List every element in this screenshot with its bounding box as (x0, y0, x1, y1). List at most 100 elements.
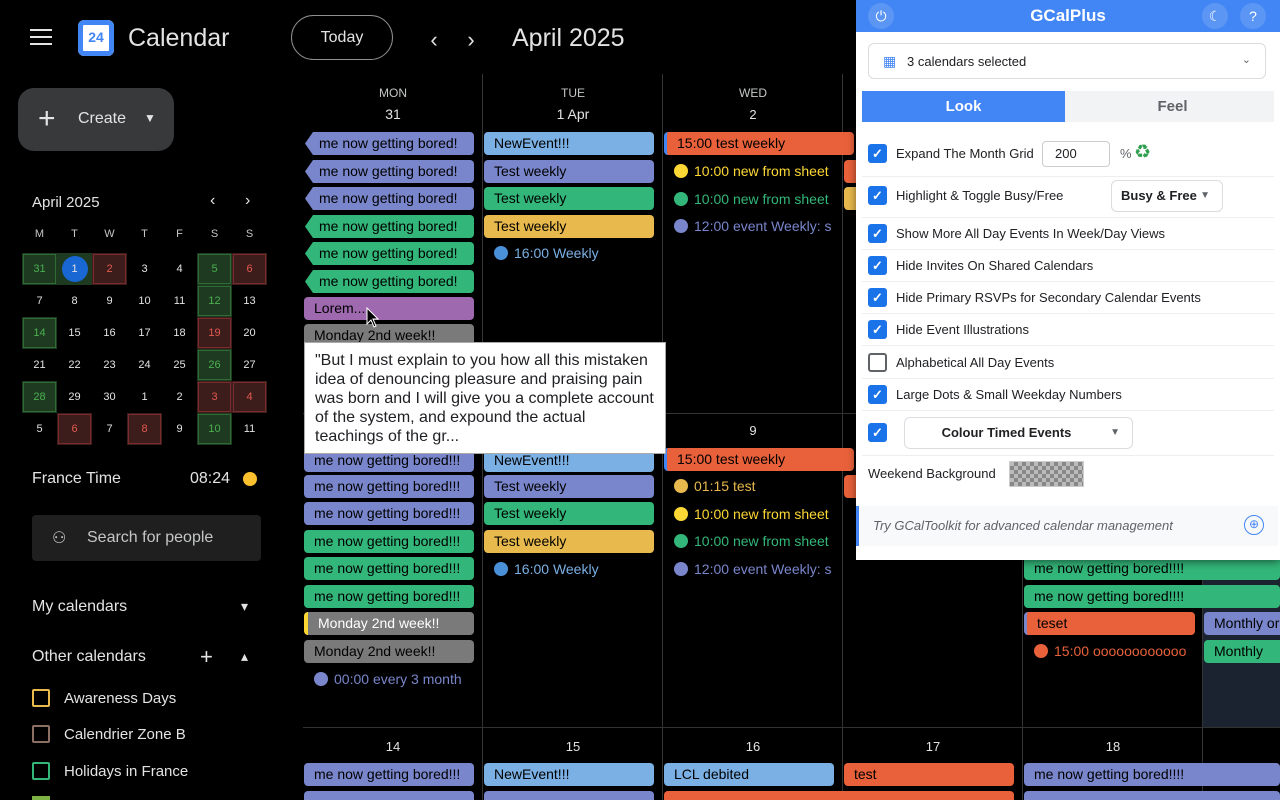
mini-day[interactable]: 29 (57, 381, 92, 413)
mini-day[interactable]: 1 (127, 381, 162, 413)
mini-day[interactable]: 15 (57, 317, 92, 349)
event-chip[interactable]: Test weekly (484, 187, 654, 210)
mini-day[interactable]: 23 (92, 349, 127, 381)
event-chip-partial[interactable] (484, 791, 654, 800)
mini-day[interactable]: 5 (22, 413, 57, 445)
event-chip[interactable]: me now getting bored!!!! (1024, 557, 1280, 580)
mini-day[interactable]: 28 (22, 381, 57, 413)
event-chip[interactable]: Monday 2nd week!! (304, 640, 474, 663)
mini-next-icon[interactable]: › (245, 192, 250, 210)
event-chip[interactable]: me now getting bored! (305, 215, 474, 238)
timed-event[interactable]: 12:00 event Weekly: s (674, 216, 834, 236)
event-chip[interactable]: Monday 2nd week!! (304, 612, 474, 635)
mini-day[interactable]: 22 (57, 349, 92, 381)
event-chip[interactable]: me now getting bored!!! (304, 475, 474, 498)
mini-day[interactable]: 7 (92, 413, 127, 445)
event-chip[interactable]: me now getting bored! (305, 132, 474, 155)
my-calendars-heading[interactable]: My calendars (32, 598, 127, 616)
event-chip-partial[interactable] (664, 791, 1014, 800)
event-chip[interactable]: me now getting bored!!! (304, 585, 474, 608)
checkbox-icon[interactable] (32, 725, 50, 743)
event-chip[interactable]: Test weekly (484, 502, 654, 525)
reset-recycle-icon[interactable]: ♻ (1134, 141, 1151, 164)
mini-day[interactable]: 2 (162, 381, 197, 413)
checkbox-checked[interactable]: ✓ (868, 256, 887, 275)
timed-event[interactable]: 10:00 new from sheet (674, 161, 834, 181)
dropdown-caret-icon[interactable]: ▼ (144, 111, 156, 125)
mini-day[interactable]: 4 (232, 381, 267, 413)
colour-timed-events-dropdown[interactable]: Colour Timed Events ▼ (904, 417, 1133, 449)
mini-day[interactable]: 8 (127, 413, 162, 445)
chevron-right-icon[interactable]: › (459, 27, 483, 53)
mini-day[interactable]: 8 (57, 285, 92, 317)
mini-day[interactable]: 19 (197, 317, 232, 349)
event-chip[interactable]: Test weekly (484, 160, 654, 183)
checkbox-checked[interactable]: ✓ (868, 144, 887, 163)
mini-day[interactable]: 5 (197, 253, 232, 285)
mini-day[interactable]: 14 (22, 317, 57, 349)
mini-day[interactable]: 4 (162, 253, 197, 285)
checkbox-checked[interactable]: ✓ (868, 224, 887, 243)
timed-event[interactable]: 00:00 every 3 month (314, 669, 479, 689)
mini-day[interactable]: 11 (232, 413, 267, 445)
checkbox-checked[interactable]: ✓ (868, 423, 887, 442)
chevron-up-icon[interactable]: ▴ (241, 648, 248, 665)
globe-icon[interactable]: ⊕ (1244, 515, 1264, 535)
event-chip[interactable]: NewEvent!!! (484, 763, 654, 786)
event-chip[interactable]: me now getting bored!!! (304, 502, 474, 525)
mini-day[interactable]: 26 (197, 349, 232, 381)
tab-feel[interactable]: Feel (1071, 91, 1274, 122)
timed-event[interactable]: 16:00 Weekly (494, 559, 654, 579)
chevron-down-icon[interactable]: ▾ (241, 598, 248, 615)
mini-day[interactable]: 25 (162, 349, 197, 381)
promo-banner[interactable]: Try GCalToolkit for advanced calendar ma… (856, 506, 1278, 546)
mini-day[interactable]: 20 (232, 317, 267, 349)
event-chip[interactable]: Test weekly (484, 530, 654, 553)
event-chip[interactable]: me now getting bored! (305, 270, 474, 293)
mini-day[interactable]: 3 (127, 253, 162, 285)
mini-day[interactable]: 3 (197, 381, 232, 413)
event-chip[interactable]: me now getting bored! (305, 187, 474, 210)
calendars-select[interactable]: ▦ 3 calendars selected ⌄ (868, 43, 1266, 79)
mini-day[interactable]: 10 (127, 285, 162, 317)
timed-event[interactable]: 10:00 new from sheet (674, 531, 834, 551)
mini-day[interactable]: 6 (57, 413, 92, 445)
checkbox-checked[interactable]: ✓ (868, 186, 887, 205)
checkbox-icon[interactable] (32, 689, 50, 707)
event-chip[interactable]: me now getting bored! (305, 242, 474, 265)
event-chip[interactable]: me now getting bored!!! (304, 557, 474, 580)
other-calendars-heading[interactable]: Other calendars (32, 648, 146, 666)
event-chip[interactable]: Monthly (1204, 640, 1280, 663)
event-chip-partial[interactable] (1024, 791, 1280, 800)
event-chip[interactable]: Test weekly (484, 215, 654, 238)
timed-event[interactable]: 01:15 test (674, 476, 834, 496)
timed-event[interactable]: 10:00 new from sheet (674, 189, 834, 209)
month-grid-size-input[interactable]: 200 (1042, 141, 1110, 167)
event-chip[interactable]: me now getting bored!!! (304, 763, 474, 786)
mini-day[interactable]: 24 (127, 349, 162, 381)
power-icon[interactable]: ⏻ (868, 3, 894, 29)
mini-day[interactable]: 9 (162, 413, 197, 445)
today-button[interactable]: Today (291, 15, 393, 60)
mini-day[interactable]: 31 (22, 253, 57, 285)
search-people-input[interactable]: ⚇ Search for people (32, 515, 261, 561)
checkbox-checked[interactable]: ✓ (868, 320, 887, 339)
mini-day[interactable]: 6 (232, 253, 267, 285)
event-chip[interactable]: me now getting bored!!!! (1024, 585, 1280, 608)
busy-free-dropdown[interactable]: Busy & Free ▼ (1111, 180, 1223, 212)
event-chip[interactable]: 15:00 test weekly (664, 448, 854, 471)
weekend-color-picker[interactable] (1009, 461, 1084, 487)
mini-prev-icon[interactable]: ‹ (210, 192, 215, 210)
checkbox-checked[interactable]: ✓ (868, 288, 887, 307)
event-chip[interactable]: me now getting bored!!!! (1024, 763, 1280, 786)
mini-day[interactable]: 11 (162, 285, 197, 317)
mini-day[interactable]: 9 (92, 285, 127, 317)
event-chip[interactable]: Lorem... (304, 297, 474, 320)
checkbox-checked[interactable]: ✓ (868, 385, 887, 404)
dark-mode-icon[interactable]: ☾ (1202, 3, 1228, 29)
help-icon[interactable]: ? (1240, 3, 1266, 29)
tab-look[interactable]: Look (862, 91, 1065, 122)
event-chip[interactable]: teset (1024, 612, 1195, 635)
event-chip-partial[interactable] (304, 791, 474, 800)
mini-day[interactable]: 30 (92, 381, 127, 413)
